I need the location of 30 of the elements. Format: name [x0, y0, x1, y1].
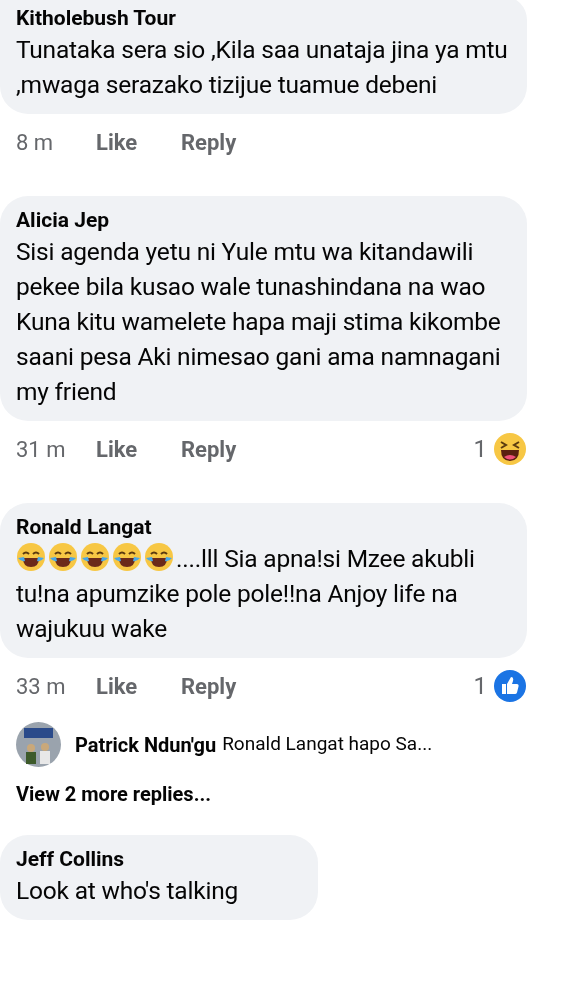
like-button[interactable]: Like — [96, 125, 181, 159]
reply-button[interactable]: Reply — [181, 669, 237, 703]
comment-text: ....lll Sia apna!si Mzee akubli tu!na apumzike pole pole!!na Anjoy life na wajukuu wake — [16, 541, 476, 645]
thumbs-up-icon — [493, 669, 527, 703]
reaction-count: 1 — [473, 434, 487, 465]
author-name[interactable]: Jeff Collins — [16, 845, 302, 873]
reply-author[interactable]: Patrick Ndun'gu — [75, 729, 217, 760]
comment-time: 31 m — [16, 435, 67, 464]
comment-time: 8 m — [16, 128, 55, 157]
laughing-emoji-icon — [112, 542, 142, 572]
reply-button[interactable]: Reply — [181, 432, 237, 466]
laughing-emoji-icon — [493, 432, 527, 466]
like-button[interactable]: Like — [96, 432, 181, 466]
reply-button[interactable]: Reply — [181, 125, 237, 159]
comment-time: 33 m — [16, 672, 67, 701]
comment-text: Look at who's talking — [16, 875, 240, 907]
view-more-replies-link[interactable]: View 2 more replies... — [0, 779, 212, 809]
reaction-count: 1 — [473, 671, 487, 702]
author-name[interactable]: Ronald Langat — [16, 513, 511, 541]
comment-text: Tunataka sera sio ,Kila saa unataja jina ya mtu ,mwaga serazako tizijue tuamue debeni — [16, 34, 509, 101]
like-button[interactable]: Like — [96, 669, 181, 703]
comment-text: Sisi agenda yetu ni Yule mtu wa kitandawili pekee bila kusao wale tunashindana na wao Kuna kitu wamelete hapa maji stima kikombe saani pesa Aki nimesao gani ama namnagani my friend — [16, 236, 502, 408]
reply-text: Ronald Langat hapo Sa... — [222, 731, 433, 758]
author-name[interactable]: Alicia Jep — [16, 206, 511, 234]
laughing-emoji-icon — [144, 542, 174, 572]
laughing-emoji-icon — [16, 542, 46, 572]
laughing-emoji-icon — [80, 542, 110, 572]
author-name[interactable]: Kitholebush Tour — [16, 4, 511, 32]
laughing-emoji-icon — [48, 542, 78, 572]
avatar-icon — [16, 722, 61, 767]
